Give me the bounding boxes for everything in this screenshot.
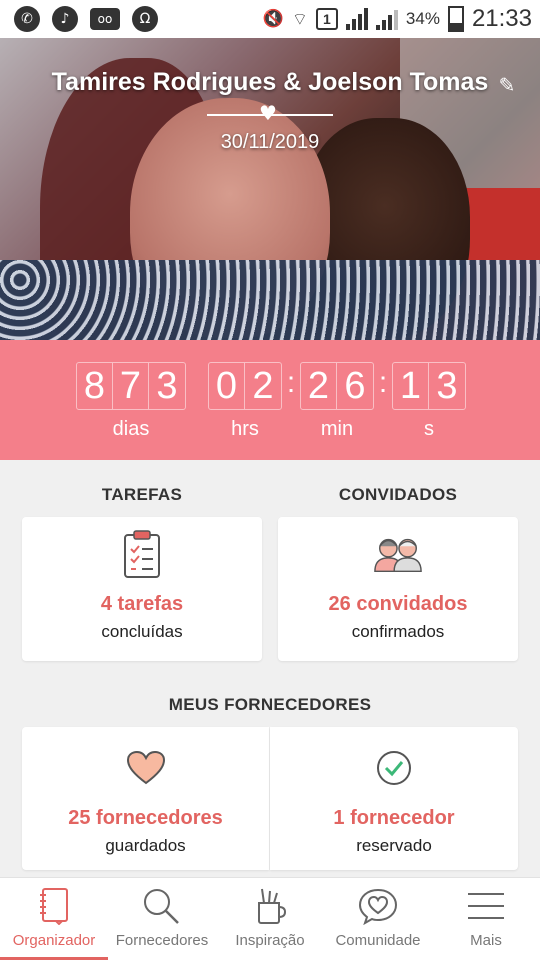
battery-percent: 34%: [405, 9, 440, 28]
saved-vendors-status: guardados: [105, 836, 186, 855]
edit-icon[interactable]: ✎: [494, 72, 520, 98]
music-icon: ♪: [52, 6, 78, 32]
couple-names: Tamires Rodrigues & Joelson Tomas: [51, 68, 489, 96]
couple-photo[interactable]: Tamires Rodrigues & Joelson Tomas ♥ 30/1…: [0, 38, 540, 340]
wifi-icon: ⌔: [291, 9, 308, 30]
mute-icon: 🔇: [262, 9, 284, 29]
whatsapp-icon: ✆: [14, 6, 40, 32]
guests-card[interactable]: 26 convidados confirmados: [278, 517, 518, 661]
chat-heart-icon: [357, 886, 399, 926]
guests-section-title: CONVIDADOS: [338, 485, 458, 504]
menu-icon: [465, 886, 507, 926]
countdown: 8 7 3 dias 0 2 hrs : 2 6 min : 1 3 s: [76, 362, 466, 441]
bottom-navigation: Organizador Fornecedores Inspiração Comu…: [0, 877, 540, 960]
heart-icon: [121, 743, 171, 793]
days-label: dias: [112, 418, 150, 440]
nav-label: Comunidade: [335, 932, 421, 949]
countdown-seconds: 1 3 s: [392, 362, 466, 441]
countdown-banner: 8 7 3 dias 0 2 hrs : 2 6 min : 1 3 s: [0, 340, 540, 460]
nav-label: Fornecedores: [115, 932, 209, 949]
brushes-icon: [249, 886, 291, 926]
heart-icon: ♥: [259, 101, 277, 125]
digit: 2: [301, 363, 337, 409]
reserved-vendors-count: 1 fornecedor: [333, 807, 455, 829]
tasks-status: concluídas: [101, 622, 183, 641]
notification-icons: ✆ ♪ oo Ω: [14, 6, 158, 32]
signal-icon-2: [375, 8, 398, 30]
digit: 3: [156, 365, 178, 407]
digit: 3: [436, 365, 458, 407]
countdown-days: 8 7 3 dias: [76, 362, 186, 441]
status-bar: ✆ ♪ oo Ω 🔇 ⌔ 1 34% 21:33: [0, 0, 540, 38]
signal-icon: [345, 8, 368, 30]
vendors-section-title: MEUS FORNECEDORES: [168, 695, 372, 714]
saved-vendors-count: 25 fornecedores: [68, 807, 223, 829]
tasks-count: 4 tarefas: [100, 593, 184, 615]
notebook-icon: [33, 886, 75, 926]
nav-item-inspiracao[interactable]: Inspiração: [216, 878, 324, 960]
sim-icon: 1: [315, 8, 338, 30]
countdown-hours: 0 2 hrs: [208, 362, 282, 441]
clock: 21:33: [471, 5, 532, 32]
digit: 2: [252, 365, 274, 407]
wedding-date: 30/11/2019: [220, 131, 320, 153]
search-icon: [141, 886, 183, 926]
nav-item-organizador[interactable]: Organizador: [0, 878, 108, 960]
hours-label: hrs: [231, 418, 259, 440]
clipboard-icon: [117, 529, 167, 579]
battery-icon: [447, 6, 464, 32]
tasks-section-title: TAREFAS: [101, 485, 183, 504]
reserved-vendors-status: reservado: [356, 836, 432, 855]
countdown-minutes: 2 6 min: [300, 362, 374, 441]
voicemail-icon: oo: [90, 8, 120, 30]
nav-label: Mais: [470, 932, 502, 949]
nav-item-mais[interactable]: Mais: [432, 878, 540, 960]
saved-vendors-card[interactable]: 25 fornecedores guardados: [22, 727, 269, 870]
reserved-vendors-card[interactable]: 1 fornecedor reservado: [270, 727, 518, 870]
guests-status: confirmados: [351, 622, 445, 641]
system-icons: 🔇 ⌔ 1 34% 21:33: [263, 5, 532, 33]
tasks-card[interactable]: 4 tarefas concluídas: [22, 517, 262, 661]
nav-label: Organizador: [12, 932, 96, 949]
digit: 0: [209, 363, 245, 409]
headset-icon: Ω: [132, 6, 158, 32]
digit: 6: [344, 365, 366, 407]
nav-item-fornecedores[interactable]: Fornecedores: [108, 878, 216, 960]
seconds-label: s: [424, 418, 434, 440]
digit: 1: [393, 363, 429, 409]
nav-item-comunidade[interactable]: Comunidade: [324, 878, 432, 960]
colon-separator: :: [286, 366, 296, 399]
digit: 7: [113, 363, 149, 409]
check-circle-icon: [369, 743, 419, 793]
digit: 8: [77, 363, 113, 409]
heart-divider: ♥: [207, 101, 333, 125]
colon-separator: :: [378, 366, 388, 399]
nav-label: Inspiração: [235, 932, 305, 949]
guests-icon: [373, 529, 423, 579]
guests-count: 26 convidados: [328, 593, 468, 615]
minutes-label: min: [320, 418, 354, 440]
